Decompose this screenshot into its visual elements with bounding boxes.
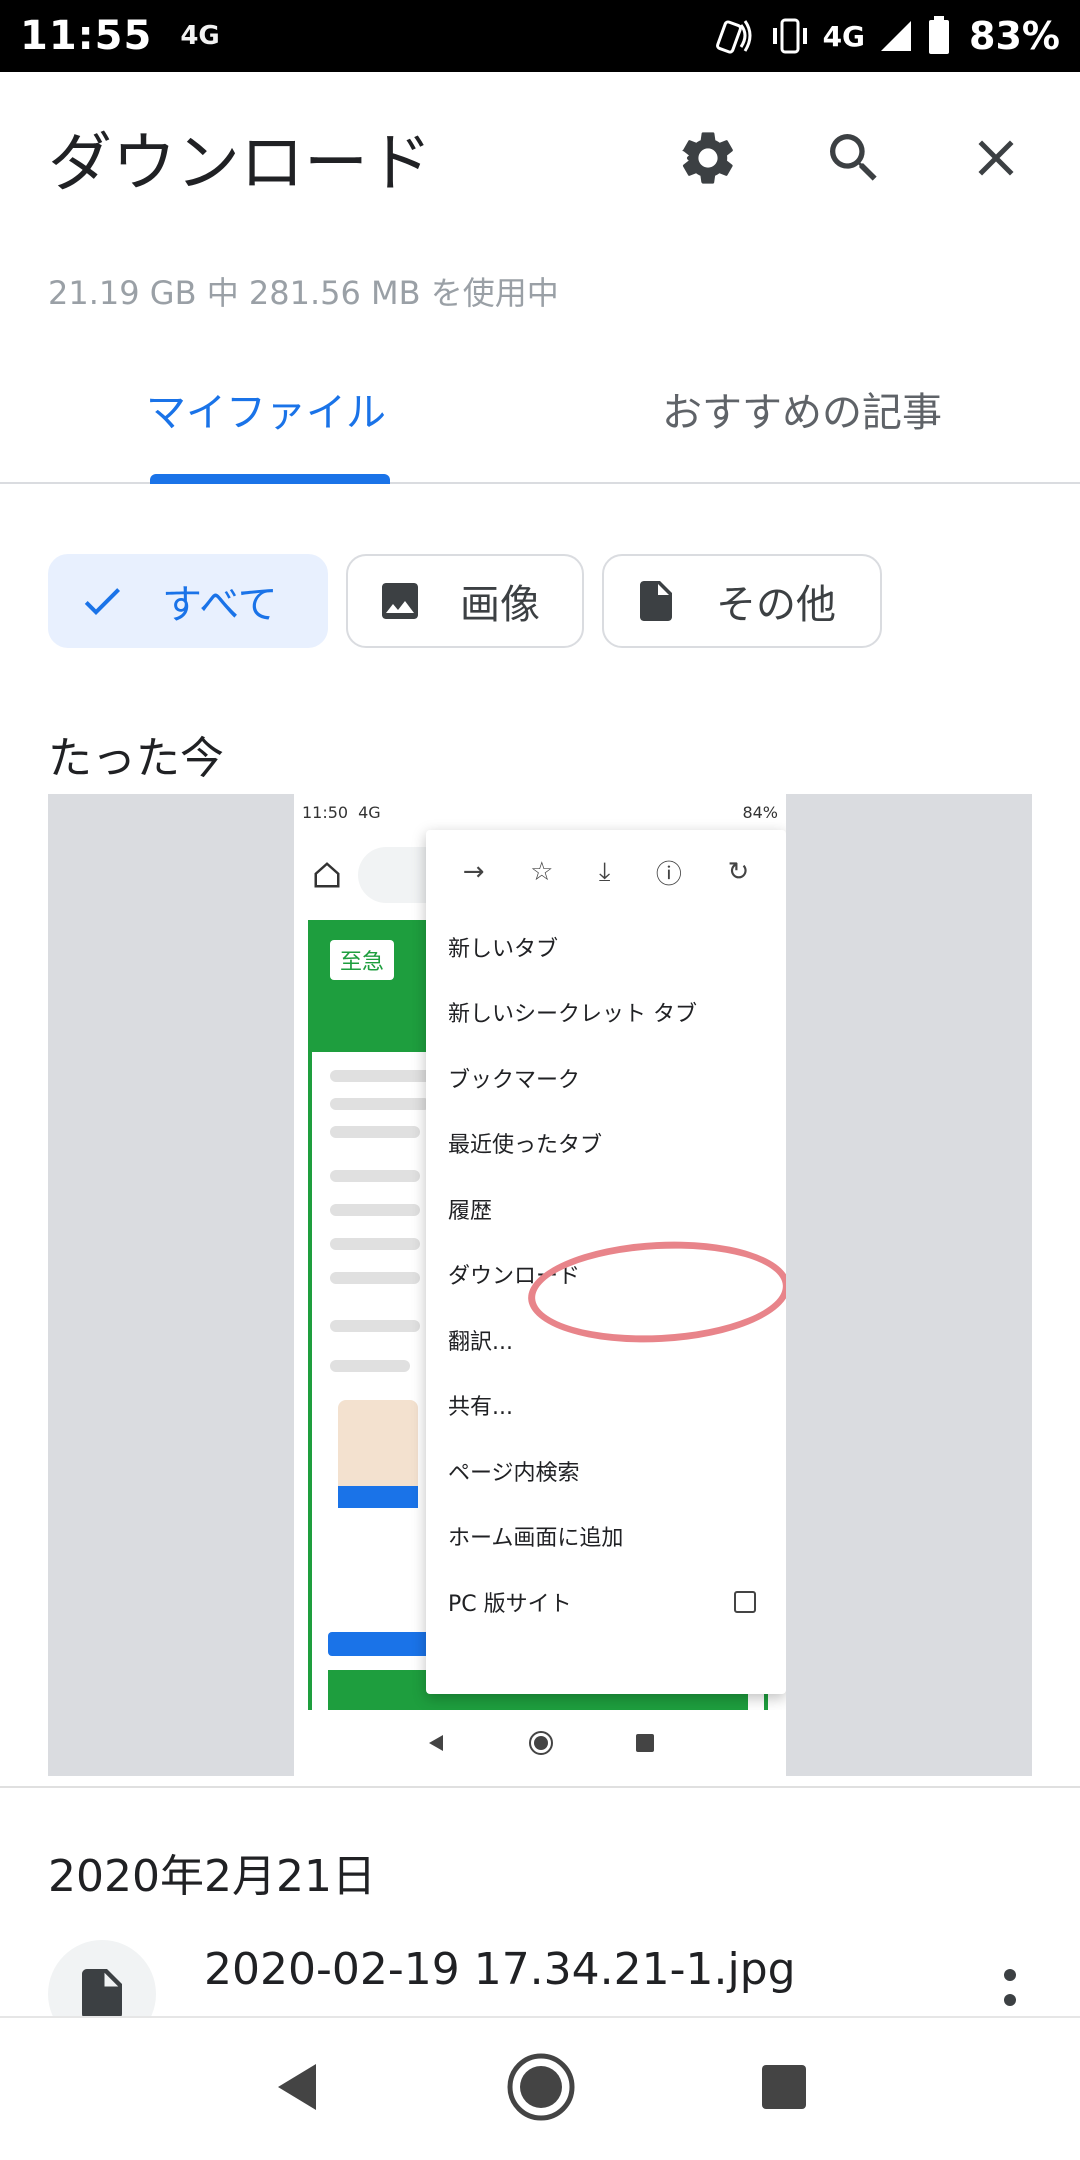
status-time: 11:55: [20, 13, 153, 59]
battery-icon: [927, 12, 951, 60]
filter-chip-other[interactable]: その他: [602, 554, 882, 648]
system-nav-bar: [0, 2016, 1080, 2160]
thumbnail-nav-bar: [294, 1710, 786, 1776]
mobile-data-label: 4G: [822, 19, 866, 53]
thumbnail-menu-item: 新しいシークレット タブ: [448, 1002, 697, 1028]
thumbnail-chrome-menu: → ☆ ⤓ ⓘ ↻ 新しいタブ 新しいシークレット タブ ブックマーク 最近使っ…: [426, 830, 786, 1694]
search-button[interactable]: [814, 118, 894, 198]
search-icon: [830, 134, 877, 181]
tab-bar: マイファイル おすすめの記事: [0, 340, 1080, 484]
filter-chips: すべて 画像 その他: [48, 554, 882, 648]
info-icon: ⓘ: [655, 859, 682, 890]
thumbnail-menu-icon-row: → ☆ ⤓ ⓘ ↻: [426, 830, 786, 914]
status-bar: 11:55 4G 4G 83%: [0, 0, 1080, 72]
refresh-icon: ↻: [727, 857, 750, 887]
filter-chip-label: すべて: [162, 582, 278, 628]
thumbnail-text-line: [330, 1272, 420, 1284]
thumbnail-menu-item: 新しいタブ: [448, 936, 559, 962]
close-button[interactable]: [956, 118, 1036, 198]
thumbnail-text-line: [330, 1360, 410, 1372]
recents-icon: [762, 2065, 806, 2109]
thumbnail-text-line: [330, 1126, 420, 1138]
image-icon: [376, 577, 424, 625]
thumbnail-text-line: [330, 1204, 420, 1216]
page-title: ダウンロード: [48, 127, 432, 201]
thumbnail-status-time: 11:50: [302, 802, 349, 822]
home-icon: [314, 862, 340, 888]
vibrate-icon: [769, 12, 811, 60]
download-thumbnail[interactable]: 11:50 4G 84% 至急 → ☆ ⤓ ⓘ ↻ 新しいタブ 新しいシークレッ…: [48, 794, 1032, 1776]
thumbnail-menu-item: ホーム画面に追加: [448, 1526, 624, 1552]
thumbnail-avatar: [338, 1400, 418, 1500]
file-icon: [632, 577, 680, 625]
thumbnail-text-line: [330, 1170, 420, 1182]
tab-my-files[interactable]: マイファイル: [146, 380, 386, 438]
gear-icon: [682, 132, 733, 184]
thumbnail-tag: 至急: [330, 940, 395, 980]
thumbnail-text-line: [330, 1098, 430, 1110]
status-network-label: 4G: [180, 21, 220, 51]
tab-recommended-articles[interactable]: おすすめの記事: [662, 380, 942, 438]
thumbnail-status-network: 4G: [358, 802, 381, 822]
back-icon: [278, 2064, 316, 2110]
thumbnail-text-line: [330, 1320, 420, 1332]
app-header: ダウンロード: [0, 72, 1080, 242]
thumbnail-menu-item: 共有...: [448, 1395, 513, 1421]
file-name[interactable]: 2020-02-19 17.34.21-1.jpg: [204, 1944, 796, 1995]
settings-button[interactable]: [668, 118, 748, 198]
back-icon: [428, 1735, 443, 1751]
forward-icon: →: [462, 857, 485, 887]
recents-icon: [636, 1734, 655, 1752]
thumbnail-status-bar: 11:50 4G 84%: [294, 794, 786, 830]
download-icon: ⤓: [598, 856, 611, 887]
check-icon: [78, 577, 126, 625]
tab-indicator: [150, 474, 390, 484]
filter-chip-images[interactable]: 画像: [346, 554, 584, 648]
nav-back-button[interactable]: [272, 2060, 322, 2118]
signal-icon: [877, 12, 915, 60]
checkbox-icon: [734, 1590, 756, 1613]
thumbnail-menu-item: ページ内検索: [448, 1460, 580, 1486]
thumbnail-menu-item: 履歴: [448, 1198, 493, 1224]
thumbnail-badge: [338, 1486, 418, 1508]
close-icon: [978, 140, 1014, 176]
thumbnail-menu-item: 最近使ったタブ: [448, 1133, 603, 1159]
filter-chip-label: 画像: [460, 582, 540, 628]
thumbnail-text-line: [330, 1238, 420, 1250]
thumbnail-status-battery: 84%: [742, 802, 778, 822]
star-icon: ☆: [530, 857, 554, 887]
home-circle-icon: [507, 2053, 575, 2121]
file-icon: [82, 1969, 122, 2019]
nav-recents-button[interactable]: [760, 2063, 808, 2115]
thumbnail-menu-item-desktop: PC 版サイト: [426, 1569, 786, 1635]
filter-chip-all[interactable]: すべて: [48, 554, 328, 648]
nav-home-button[interactable]: [506, 2052, 576, 2126]
section-divider: [0, 1786, 1080, 1788]
thumbnail-menu-item-label: PC 版サイト: [448, 1591, 572, 1617]
nfc-icon: [715, 12, 757, 60]
storage-usage: 21.19 GB 中 281.56 MB を使用中: [48, 274, 559, 312]
section-header-date: 2020年2月21日: [48, 1851, 376, 1902]
status-icons: 4G 83%: [715, 12, 1060, 60]
battery-percent: 83%: [969, 14, 1060, 58]
thumbnail-menu-item: ブックマーク: [448, 1067, 581, 1093]
thumbnail-screenshot: 11:50 4G 84% 至急 → ☆ ⤓ ⓘ ↻ 新しいタブ 新しいシークレッ…: [294, 794, 786, 1776]
section-header-now: たった今: [48, 733, 224, 784]
home-circle-icon: [528, 1731, 553, 1755]
filter-chip-label: その他: [716, 582, 836, 628]
